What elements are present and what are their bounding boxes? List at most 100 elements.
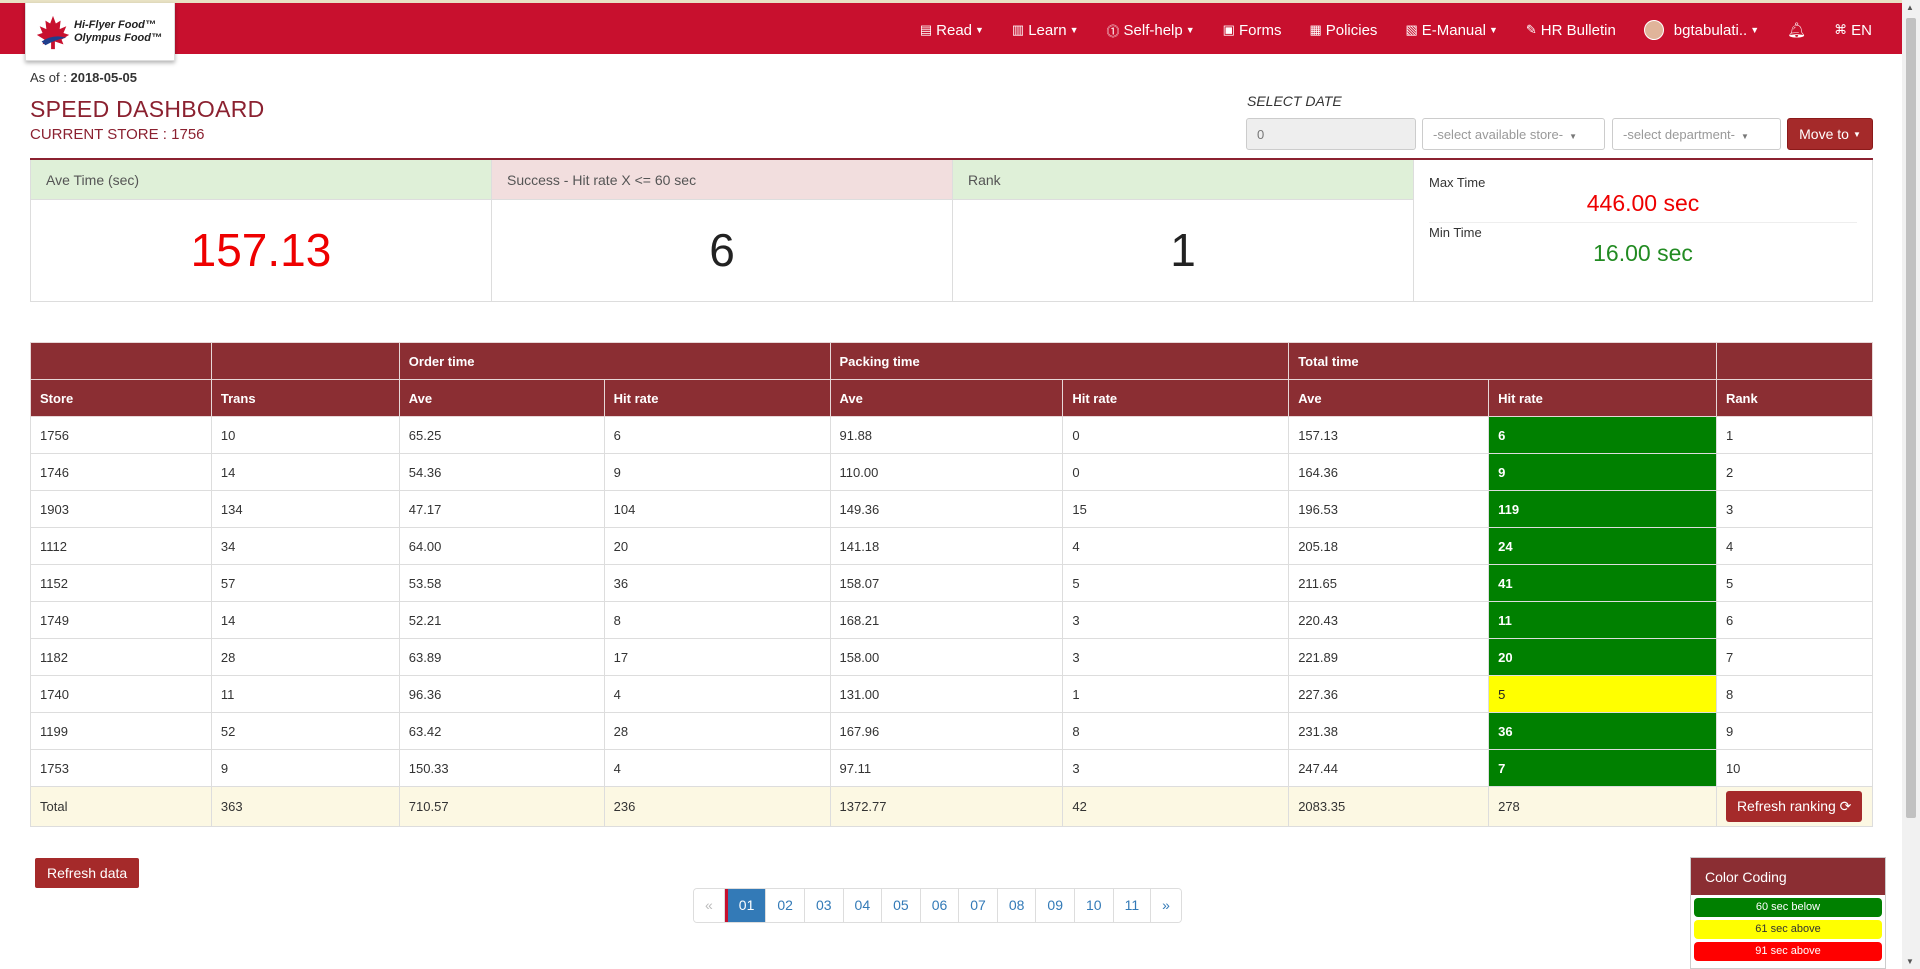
cell-packing-hit: 0 — [1062, 416, 1290, 454]
cell-order-ave: 54.36 — [398, 453, 605, 491]
total-cell-packing-ave: 1372.77 — [829, 786, 1064, 827]
cell-order-hit: 20 — [603, 527, 831, 565]
page-button[interactable]: 05 — [882, 889, 921, 922]
language-switch[interactable]: ⌘ EN — [1834, 22, 1872, 39]
cell-store: 1756 — [30, 416, 212, 454]
page-button[interactable]: 01 — [724, 889, 767, 922]
caret-down-icon: ▼ — [1741, 132, 1749, 141]
cell-packing-ave: 158.07 — [829, 564, 1064, 602]
department-select[interactable]: -select department- ▼ — [1612, 118, 1781, 150]
page-button[interactable]: 06 — [920, 889, 960, 922]
nav-learn[interactable]: ▥ Learn ▼ — [1012, 22, 1079, 39]
cell-total-ave: 227.36 — [1288, 675, 1490, 713]
total-cell-packing-hit: 42 — [1062, 786, 1290, 827]
refresh-data-button[interactable]: Refresh data — [35, 858, 140, 888]
table-row[interactable]: 1903 134 47.17 104 149.36 15 196.53 119 3 — [30, 490, 1874, 528]
nav-read[interactable]: ▤ Read ▼ — [920, 22, 984, 39]
legend-item-yellow: 61 sec above — [1694, 920, 1882, 939]
table-row[interactable]: 1112 34 64.00 20 141.18 4 205.18 24 4 — [30, 527, 1874, 565]
table-row[interactable]: 1753 9 150.33 4 97.11 3 247.44 7 10 — [30, 749, 1874, 787]
nav-forms[interactable]: ▣ Forms — [1223, 22, 1282, 39]
col-header-total-ave[interactable]: Ave — [1288, 379, 1490, 417]
nav-self-help[interactable]: ⓵ Self-help ▼ — [1107, 21, 1195, 40]
notifications[interactable]: 🔔︎ — [1787, 21, 1806, 39]
cell-order-ave: 63.89 — [398, 638, 605, 676]
nav-e-manual-label: E-Manual — [1421, 21, 1486, 39]
nav-e-manual[interactable]: ▧ E-Manual ▼ — [1405, 22, 1497, 39]
legend-item-red: 91 sec above — [1694, 942, 1882, 961]
cell-total-ave: 231.38 — [1288, 712, 1490, 750]
forms-icon: ▣ — [1222, 22, 1235, 37]
page-button[interactable]: 09 — [1036, 889, 1075, 922]
nav-learn-label: Learn — [1028, 21, 1067, 39]
min-time-label: Min Time — [1429, 225, 1482, 240]
table-row[interactable]: 1749 14 52.21 8 168.21 3 220.43 11 6 — [30, 601, 1874, 639]
col-header-order-ave[interactable]: Ave — [398, 379, 605, 417]
page-button[interactable]: 10 — [1075, 889, 1114, 922]
table-row[interactable]: 1182 28 63.89 17 158.00 3 221.89 20 7 — [30, 638, 1874, 676]
min-time-value: 16.00 sec — [1593, 240, 1693, 266]
kpi-max-min: Max Time 446.00 sec Min Time 16.00 sec — [1414, 160, 1872, 301]
refresh-ranking-button[interactable]: Refresh ranking ⟳ — [1725, 791, 1863, 822]
total-cell-total-ave: 2083.35 — [1288, 786, 1490, 827]
cell-packing-hit: 15 — [1062, 490, 1290, 528]
cell-order-ave: 64.00 — [398, 527, 605, 565]
col-header-order-hit[interactable]: Hit rate — [603, 379, 831, 417]
group-header-empty — [1715, 342, 1874, 380]
page-next-button[interactable]: » — [1151, 889, 1181, 922]
scroll-up-icon[interactable]: ▲ — [1906, 3, 1914, 12]
bell-icon: 🔔︎ — [1787, 22, 1807, 39]
cell-total-hit: 7 — [1488, 749, 1717, 787]
page-button[interactable]: 04 — [843, 889, 883, 922]
page-button[interactable]: 07 — [959, 889, 998, 922]
page-button[interactable]: 08 — [997, 889, 1037, 922]
page-scrollbar[interactable]: ▲ ▼ — [1902, 0, 1920, 969]
cell-total-hit: 9 — [1488, 453, 1717, 491]
table-row[interactable]: 1199 52 63.42 28 167.96 8 231.38 36 9 — [30, 712, 1874, 750]
col-header-store[interactable]: Store — [30, 379, 212, 417]
cell-order-hit: 4 — [603, 749, 831, 787]
col-header-total-hit[interactable]: Hit rate — [1488, 379, 1717, 417]
cell-total-hit: 11 — [1488, 601, 1717, 639]
store-select[interactable]: -select available store- ▼ — [1422, 118, 1605, 150]
nav-hr-bulletin[interactable]: ✎ HR Bulletin — [1526, 22, 1616, 39]
cell-trans: 52 — [210, 712, 400, 750]
page-button[interactable]: 02 — [766, 889, 805, 922]
cell-order-hit: 17 — [603, 638, 831, 676]
cell-trans: 28 — [210, 638, 400, 676]
kpi-rank: Rank 1 — [953, 160, 1414, 301]
brand-line-1: Hi-Flyer Food™ — [74, 18, 156, 31]
nav-self-help-label: Self-help — [1123, 21, 1183, 39]
date-input[interactable]: 0 — [1246, 118, 1416, 150]
cell-trans: 14 — [210, 601, 400, 639]
table-row[interactable]: 1756 10 65.25 6 91.88 0 157.13 6 1 — [30, 416, 1874, 454]
table-row[interactable]: 1746 14 54.36 9 110.00 0 164.36 9 2 — [30, 453, 1874, 491]
col-header-packing-ave[interactable]: Ave — [829, 379, 1064, 417]
page-prev-button[interactable]: « — [694, 889, 725, 922]
user-menu[interactable]: bgtabulati.. ▼ — [1643, 20, 1759, 40]
col-header-trans[interactable]: Trans — [210, 379, 400, 417]
company-logo[interactable]: Hi-Flyer Food™ Olympus Food™ — [25, 3, 175, 61]
col-header-rank[interactable]: Rank — [1715, 379, 1874, 417]
scroll-down-icon[interactable]: ▼ — [1906, 957, 1914, 966]
cell-total-hit: 6 — [1488, 416, 1717, 454]
cell-store: 1746 — [30, 453, 212, 491]
table-row[interactable]: 1152 57 53.58 36 158.07 5 211.65 41 5 — [30, 564, 1874, 602]
nav-policies[interactable]: ▦ Policies — [1309, 22, 1377, 39]
col-header-packing-hit[interactable]: Hit rate — [1062, 379, 1290, 417]
group-header-total: Total time — [1288, 342, 1717, 380]
move-to-button[interactable]: Move to ▼ — [1787, 118, 1873, 150]
cell-packing-ave: 131.00 — [829, 675, 1064, 713]
caret-down-icon: ▼ — [1852, 129, 1861, 139]
table-row[interactable]: 1740 11 96.36 4 131.00 1 227.36 5 8 — [30, 675, 1874, 713]
cell-packing-ave: 97.11 — [829, 749, 1064, 787]
cell-total-hit: 36 — [1488, 712, 1717, 750]
kpi-hit-rate: Success - Hit rate X <= 60 sec 6 — [492, 160, 953, 301]
divider — [1429, 222, 1857, 223]
page-button[interactable]: 03 — [804, 889, 844, 922]
scroll-thumb[interactable] — [1906, 18, 1916, 818]
speed-table: Order time Packing time Total time Store… — [30, 342, 1874, 827]
page-button[interactable]: 11 — [1113, 889, 1152, 922]
cell-packing-ave: 167.96 — [829, 712, 1064, 750]
cell-trans: 11 — [210, 675, 400, 713]
